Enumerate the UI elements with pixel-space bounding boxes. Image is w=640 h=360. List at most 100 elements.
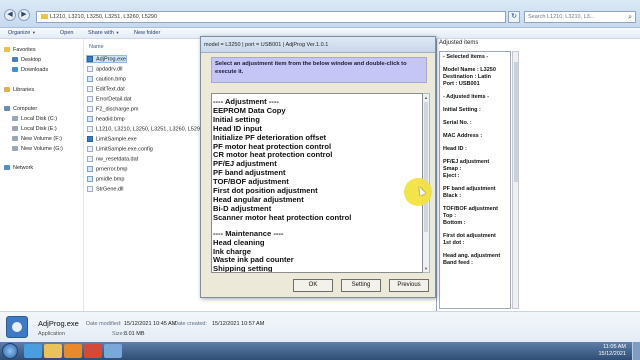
address-text: L1210, L3210, L3250, L3251, L3260, L5290 (50, 14, 158, 20)
file-item[interactable]: LimitSample.exe.config (87, 146, 153, 152)
organize-menu[interactable]: Organize ▼ (8, 30, 36, 36)
file-list: Name AdjProg.exe apdadrv.dll caution.bmp… (85, 39, 205, 311)
file-item[interactable]: AdjProg.exe (86, 54, 127, 64)
nav-computer[interactable]: Computer (4, 106, 37, 112)
file-item[interactable]: caution.bmp (87, 76, 126, 82)
system-clock[interactable]: 11:05 AM 15/12/2021 (598, 344, 626, 358)
nav-local-c[interactable]: Local Disk (C:) (12, 116, 57, 122)
nav-desktop[interactable]: Desktop (12, 57, 41, 63)
file-name: apdadrv.dll (96, 66, 123, 73)
share-with-menu[interactable]: Share with ▼ (88, 30, 120, 36)
nav-favorites[interactable]: Favorites (4, 47, 36, 53)
application-icon (87, 136, 93, 142)
details-pane: AdjProg.exe Application Date modified: 1… (0, 311, 640, 342)
adjusted-item-line: Destination : Latin (443, 74, 491, 80)
file-item[interactable]: prnerror.bmp (87, 166, 128, 172)
network-icon (4, 165, 10, 171)
nav-volume-f[interactable]: New Volume (F:) (12, 136, 62, 142)
file-item[interactable]: headid.bmp (87, 116, 125, 122)
adjusted-item-line: Initial Setting : (443, 107, 481, 113)
file-name: caution.bmp (96, 76, 126, 83)
scroll-thumb[interactable] (424, 102, 428, 232)
file-item[interactable]: pmidle.bmp (87, 176, 124, 182)
downloads-icon (12, 67, 18, 73)
adjusted-item-line: Bottom : (443, 220, 466, 226)
address-bar[interactable]: L1210, L3210, L3250, L3251, L3260, L5290 (36, 11, 506, 23)
file-icon (87, 96, 93, 102)
image-file-icon (87, 76, 93, 82)
adjusted-item-line: Head ID : (443, 146, 467, 152)
nav-downloads[interactable]: Downloads (12, 67, 48, 73)
file-icon (87, 186, 93, 192)
adjustment-menu-list[interactable]: ---- Adjustment ---- EEPROM Data Copy Init… (211, 93, 423, 273)
file-item[interactable]: EditText.dat (87, 86, 125, 92)
forward-button[interactable]: ▶ (18, 9, 30, 21)
start-button[interactable] (2, 343, 18, 359)
nav-label: Libraries (13, 87, 35, 93)
file-icon (87, 146, 93, 152)
file-item[interactable]: F2_discharge.pm (87, 106, 139, 112)
folder-icon (41, 14, 48, 20)
adjusted-item-line: PF/EJ adjustment (443, 159, 490, 165)
file-name: nw_resetdata.dat (96, 156, 139, 163)
scroll-thumb[interactable] (514, 62, 518, 182)
size-label: Size: (112, 331, 125, 337)
show-desktop-button[interactable] (632, 342, 640, 360)
adjprog-taskbar-icon[interactable] (104, 344, 122, 358)
nav-libraries[interactable]: Libraries (4, 87, 34, 93)
menu-item[interactable]: Shipping setting (213, 264, 422, 272)
new-folder-button[interactable]: New folder (134, 30, 160, 36)
nav-local-e[interactable]: Local Disk (E:) (12, 126, 57, 132)
nav-label: Network (13, 165, 34, 171)
navigation-pane: Favorites Desktop Downloads Libraries Co… (0, 39, 84, 311)
file-name: EditText.dat (96, 86, 125, 93)
file-name: AdjProg.exe (96, 56, 126, 63)
search-input[interactable]: Search L1210, L3210, L3... ⌕ (524, 11, 636, 23)
adjusted-items-list[interactable]: - Selected items - Model Name : L3250 Dest… (439, 51, 511, 309)
details-file-type: Application (38, 331, 65, 337)
nav-volume-g[interactable]: New Volume (G:) (12, 146, 63, 152)
scroll-down-icon[interactable]: ▼ (424, 266, 428, 271)
file-item[interactable]: apdadrv.dll (87, 66, 123, 72)
setting-button[interactable]: Setting (341, 279, 381, 292)
previous-button[interactable]: Previous (389, 279, 429, 292)
column-header-name[interactable]: Name (89, 44, 104, 50)
computer-icon (4, 106, 10, 112)
adjusted-items-scrollbar[interactable] (512, 51, 519, 309)
image-file-icon (87, 166, 93, 172)
image-file-icon (87, 176, 93, 182)
open-label: Open (60, 30, 74, 36)
file-item[interactable]: LimitSample.exe (87, 136, 137, 142)
file-name: pmidle.bmp (96, 176, 125, 183)
refresh-button[interactable]: ↻ (508, 11, 520, 23)
media-player-icon[interactable] (64, 344, 82, 358)
nav-label: Downloads (21, 67, 49, 73)
details-file-name: AdjProg.exe (38, 319, 79, 328)
back-button[interactable]: ◀ (4, 9, 16, 21)
file-item[interactable]: ErrorDetail.dat (87, 96, 131, 102)
adjusted-item-line: - Adjusted items - (443, 94, 489, 100)
file-item[interactable]: nw_resetdata.dat (87, 156, 138, 162)
menu-item[interactable]: Scanner motor heat protection control (213, 213, 422, 223)
adjusted-items-panel: Adjusted items - Selected items - Model N… (436, 39, 520, 311)
disk-icon (12, 136, 18, 142)
file-item[interactable]: StrGene.dll (87, 186, 124, 192)
open-button[interactable]: Open (60, 30, 73, 36)
scroll-up-icon[interactable]: ▲ (424, 95, 428, 100)
adjusted-item-line: TOF/BOF adjustment (443, 206, 498, 212)
chevron-down-icon: ▼ (31, 30, 36, 35)
adjusted-item-line: Serial No. : (443, 120, 472, 126)
dialog-instruction: Select an adjustment item from the below… (211, 57, 427, 83)
adjusted-item-line: Top : (443, 213, 457, 219)
taskbar: 11:05 AM 15/12/2021 (0, 342, 640, 360)
date-created-value: 15/12/2021 10:57 AM (212, 321, 265, 327)
internet-explorer-icon[interactable] (24, 344, 42, 358)
nav-network[interactable]: Network (4, 165, 33, 171)
new-folder-label: New folder (134, 30, 161, 36)
adjusted-item-line: Eject : (443, 173, 460, 179)
ok-button[interactable]: OK (293, 279, 333, 292)
file-item[interactable]: L1210, L3210, L3250, L3251, L3260, L5290 (87, 126, 203, 132)
file-explorer-icon[interactable] (44, 344, 62, 358)
chrome-icon[interactable] (84, 344, 102, 358)
disk-icon (12, 126, 18, 132)
